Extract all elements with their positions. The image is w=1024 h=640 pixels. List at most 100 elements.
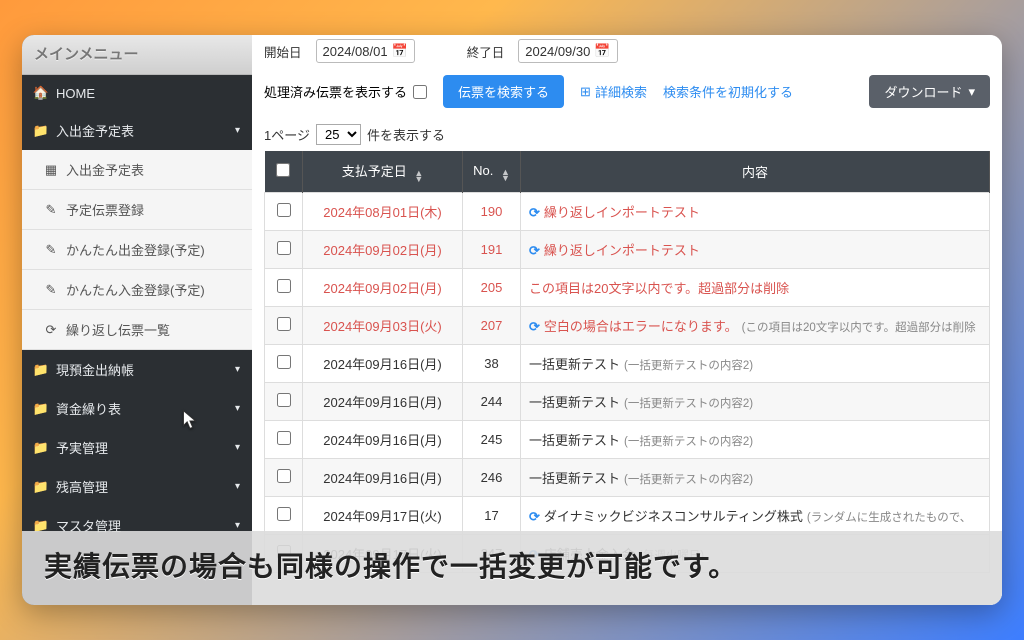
row-no: 38 bbox=[463, 345, 521, 383]
table-row[interactable]: 2024年08月01日(木)190⟳繰り返しインポートテスト bbox=[265, 193, 990, 231]
sidebar-sub-easy-in[interactable]: ✎ かんたん入金登録(予定) bbox=[22, 270, 252, 310]
row-note: (一括更新テストの内容2) bbox=[624, 398, 753, 410]
sidebar-label: 入出金予定表 bbox=[56, 121, 134, 140]
row-checkbox[interactable] bbox=[277, 431, 291, 445]
caption-overlay: 実績伝票の場合も同様の操作で一括変更が可能です。 bbox=[22, 531, 1002, 605]
sidebar-item-forecast[interactable]: 📁 予実管理 ▾ bbox=[22, 428, 252, 467]
row-no: 244 bbox=[463, 383, 521, 421]
col-no[interactable]: No. ▲▼ bbox=[463, 151, 521, 193]
sort-icon: ▲▼ bbox=[501, 169, 510, 181]
table-row[interactable]: 2024年09月02日(月)205この項目は20文字以内です。超過部分は削除 bbox=[265, 269, 990, 307]
sidebar-sub-easy-out[interactable]: ✎ かんたん出金登録(予定) bbox=[22, 230, 252, 270]
sidebar-sub-register[interactable]: ✎ 予定伝票登録 bbox=[22, 190, 252, 230]
chevron-down-icon: ▾ bbox=[235, 125, 240, 136]
table-row[interactable]: 2024年09月16日(月)245一括更新テスト(一括更新テストの内容2) bbox=[265, 421, 990, 459]
folder-icon: 📁 bbox=[34, 123, 48, 139]
row-checkbox[interactable] bbox=[277, 393, 291, 407]
row-checkbox-cell bbox=[265, 421, 303, 459]
chevron-down-icon: ▾ bbox=[235, 403, 240, 414]
date-filter-row: 開始日 2024/08/01 📅 終了日 2024/09/30 📅 bbox=[264, 35, 990, 71]
row-content: ⟳ダイナミックビジネスコンサルティング株式(ランダムに生成されたもので、 bbox=[521, 497, 990, 535]
row-checkbox-cell bbox=[265, 193, 303, 231]
row-note: (一括更新テストの内容2) bbox=[624, 360, 753, 372]
row-content: 一括更新テスト (一括更新テストの内容2) bbox=[521, 383, 990, 421]
sidebar-sub-label: かんたん出金登録(予定) bbox=[66, 240, 205, 259]
sidebar-label: HOME bbox=[56, 86, 95, 101]
sidebar: メインメニュー 🏠 HOME 📁 入出金予定表 ▾ ▦ 入出金予定表 ✎ 予定伝… bbox=[22, 35, 252, 605]
sidebar-sub-label: かんたん入金登録(予定) bbox=[66, 280, 205, 299]
row-checkbox[interactable] bbox=[277, 355, 291, 369]
table-row[interactable]: 2024年09月16日(月)244一括更新テスト(一括更新テストの内容2) bbox=[265, 383, 990, 421]
detail-search-link[interactable]: ⊞ 詳細検索 bbox=[580, 82, 647, 101]
search-button-label: 伝票を検索する bbox=[458, 82, 549, 101]
chevron-down-icon: ▾ bbox=[235, 520, 240, 531]
sidebar-sub-repeat-list[interactable]: ⟳ 繰り返し伝票一覧 bbox=[22, 310, 252, 350]
table-row[interactable]: 2024年09月16日(月)246一括更新テスト(一括更新テストの内容2) bbox=[265, 459, 990, 497]
paging-control: 1ページ 25 件を表示する bbox=[264, 118, 990, 151]
processed-checkbox[interactable] bbox=[413, 85, 427, 99]
row-checkbox-cell bbox=[265, 231, 303, 269]
row-content-text: 一括更新テスト bbox=[529, 395, 620, 410]
processed-checkbox-label[interactable]: 処理済み伝票を表示する bbox=[264, 82, 427, 101]
select-all-checkbox[interactable] bbox=[276, 163, 290, 177]
sidebar-item-funding[interactable]: 📁 資金繰り表 ▾ bbox=[22, 389, 252, 428]
row-content: 一括更新テスト(一括更新テストの内容2) bbox=[521, 459, 990, 497]
sidebar-sub-schedule-table[interactable]: ▦ 入出金予定表 bbox=[22, 150, 252, 190]
row-checkbox-cell bbox=[265, 307, 303, 345]
row-no: 17 bbox=[463, 497, 521, 535]
folder-icon: 📁 bbox=[34, 479, 48, 495]
sidebar-item-balance[interactable]: 📁 残高管理 ▾ bbox=[22, 467, 252, 506]
row-content-text: 空白の場合はエラーになります。 bbox=[544, 319, 738, 334]
row-checkbox[interactable] bbox=[277, 241, 291, 255]
row-date: 2024年09月16日(月) bbox=[303, 459, 463, 497]
table-row[interactable]: 2024年09月03日(火)207⟳空白の場合はエラーになります。(この項目は2… bbox=[265, 307, 990, 345]
row-no: 246 bbox=[463, 459, 521, 497]
table-icon: ▦ bbox=[44, 162, 58, 178]
table-row[interactable]: 2024年09月16日(月)38一括更新テスト(一括更新テストの内容2) bbox=[265, 345, 990, 383]
row-content: ⟳空白の場合はエラーになります。(この項目は20文字以内です。超過部分は削除 bbox=[521, 307, 990, 345]
paging-suffix: 件を表示する bbox=[367, 125, 445, 144]
sidebar-label: 現預金出納帳 bbox=[56, 360, 134, 379]
table-row[interactable]: 2024年09月17日(火)17⟳ダイナミックビジネスコンサルティング株式(ラン… bbox=[265, 497, 990, 535]
sidebar-item-schedule[interactable]: 📁 入出金予定表 ▾ bbox=[22, 111, 252, 150]
end-date-input[interactable]: 2024/09/30 📅 bbox=[518, 39, 617, 63]
row-checkbox[interactable] bbox=[277, 317, 291, 331]
chevron-down-icon: ▾ bbox=[235, 442, 240, 453]
sidebar-sub-label: 予定伝票登録 bbox=[66, 200, 144, 219]
sidebar-item-cashbook[interactable]: 📁 現預金出納帳 ▾ bbox=[22, 350, 252, 389]
page-size-select[interactable]: 25 bbox=[316, 124, 361, 145]
reset-search-link[interactable]: 検索条件を初期化する bbox=[663, 82, 793, 101]
download-button[interactable]: ダウンロード ▾ bbox=[869, 75, 990, 108]
row-checkbox[interactable] bbox=[277, 507, 291, 521]
data-table: 支払予定日 ▲▼ No. ▲▼ 内容 2024年08月01日(木)190⟳繰り返… bbox=[264, 151, 990, 573]
start-date-label: 開始日 bbox=[264, 42, 302, 61]
plus-icon: ⊞ bbox=[580, 84, 591, 100]
repeat-icon: ⟳ bbox=[529, 243, 540, 258]
row-note: (この項目は20文字以内です。超過部分は削除 bbox=[742, 322, 976, 334]
caption-text: 実績伝票の場合も同様の操作で一括変更が可能です。 bbox=[44, 551, 737, 582]
start-date-input[interactable]: 2024/08/01 📅 bbox=[316, 39, 415, 63]
row-checkbox-cell bbox=[265, 269, 303, 307]
row-checkbox[interactable] bbox=[277, 203, 291, 217]
row-content: ⟳繰り返しインポートテスト bbox=[521, 193, 990, 231]
row-content-text: 一括更新テスト bbox=[529, 471, 620, 486]
row-date: 2024年09月03日(火) bbox=[303, 307, 463, 345]
folder-icon: 📁 bbox=[34, 401, 48, 417]
row-no: 245 bbox=[463, 421, 521, 459]
sidebar-item-home[interactable]: 🏠 HOME bbox=[22, 75, 252, 111]
table-row[interactable]: 2024年09月02日(月)191⟳繰り返しインポートテスト bbox=[265, 231, 990, 269]
detail-search-label: 詳細検索 bbox=[595, 82, 647, 101]
row-checkbox[interactable] bbox=[277, 279, 291, 293]
row-checkbox[interactable] bbox=[277, 469, 291, 483]
repeat-icon: ⟳ bbox=[529, 205, 540, 220]
col-date-label: 支払予定日 bbox=[342, 164, 407, 179]
sort-icon: ▲▼ bbox=[414, 170, 423, 182]
col-date[interactable]: 支払予定日 ▲▼ bbox=[303, 151, 463, 193]
chevron-down-icon: ▾ bbox=[235, 364, 240, 375]
row-content-text: 一括更新テスト bbox=[529, 433, 620, 448]
row-content-text: ダイナミックビジネスコンサルティング株式 bbox=[544, 509, 803, 524]
row-content-text: 繰り返しインポートテスト bbox=[544, 243, 700, 258]
col-checkbox bbox=[265, 151, 303, 193]
folder-icon: 📁 bbox=[34, 440, 48, 456]
search-button[interactable]: 伝票を検索する bbox=[443, 75, 564, 108]
